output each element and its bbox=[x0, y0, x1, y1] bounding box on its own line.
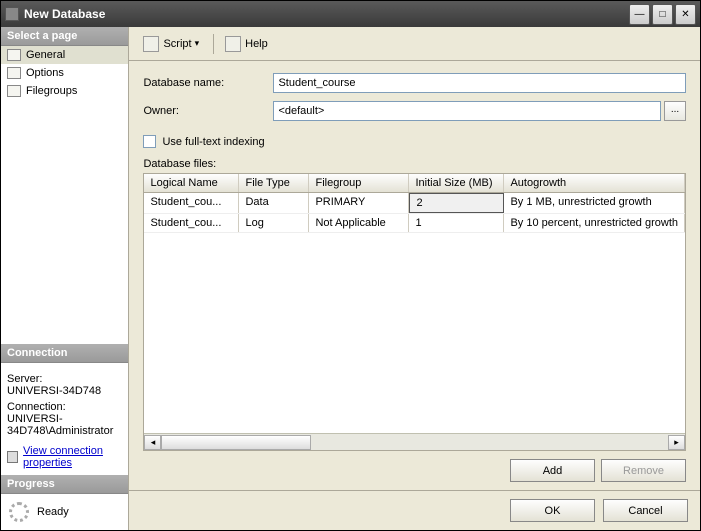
fulltext-checkbox[interactable] bbox=[143, 135, 156, 148]
help-label: Help bbox=[245, 38, 268, 50]
connection-value: UNIVERSI-34D748\Administrator bbox=[7, 413, 122, 437]
toolbar: Script▾ Help bbox=[129, 27, 700, 61]
cell-file-type[interactable]: Data bbox=[239, 193, 309, 213]
connection-panel: Server: UNIVERSI-34D748 Connection: UNIV… bbox=[1, 363, 128, 475]
main-panel: Script▾ Help Database name: Owner: ... U… bbox=[129, 27, 700, 530]
dbname-label: Database name: bbox=[143, 77, 273, 89]
page-label: General bbox=[26, 49, 65, 61]
col-file-type[interactable]: File Type bbox=[239, 174, 309, 192]
close-button[interactable]: ✕ bbox=[675, 4, 696, 25]
grid-body: Student_cou... Data PRIMARY 2 By 1 MB, u… bbox=[144, 193, 685, 433]
new-database-window: New Database — □ ✕ Select a page General… bbox=[0, 0, 701, 531]
page-list: General Options Filegroups bbox=[1, 46, 128, 100]
select-page-header: Select a page bbox=[1, 27, 128, 46]
cancel-button[interactable]: Cancel bbox=[603, 499, 688, 522]
progress-panel: Ready bbox=[1, 494, 128, 530]
cell-logical-name[interactable]: Student_cou... bbox=[144, 214, 239, 232]
owner-row: Owner: ... bbox=[143, 101, 686, 121]
database-files-grid[interactable]: Logical Name File Type Filegroup Initial… bbox=[143, 173, 686, 451]
page-icon bbox=[7, 67, 21, 79]
dbname-input[interactable] bbox=[273, 73, 686, 93]
progress-status: Ready bbox=[37, 506, 69, 518]
fulltext-label: Use full-text indexing bbox=[162, 136, 264, 148]
help-button[interactable]: Help bbox=[221, 34, 272, 54]
minimize-button[interactable]: — bbox=[629, 4, 650, 25]
view-connection-row[interactable]: View connection properties bbox=[7, 445, 122, 469]
cell-filegroup[interactable]: PRIMARY bbox=[309, 193, 409, 213]
progress-spinner-icon bbox=[9, 502, 29, 522]
grid-header: Logical Name File Type Filegroup Initial… bbox=[144, 174, 685, 193]
maximize-button[interactable]: □ bbox=[652, 4, 673, 25]
cell-initial-size[interactable]: 1 bbox=[409, 214, 504, 232]
properties-icon bbox=[7, 451, 18, 463]
script-button[interactable]: Script▾ bbox=[139, 34, 206, 54]
grid-buttons: Add Remove bbox=[143, 451, 686, 482]
grid-row[interactable]: Student_cou... Log Not Applicable 1 By 1… bbox=[144, 214, 685, 233]
col-initial-size[interactable]: Initial Size (MB) bbox=[409, 174, 504, 192]
page-filegroups[interactable]: Filegroups bbox=[1, 82, 128, 100]
view-connection-link[interactable]: View connection properties bbox=[23, 445, 122, 469]
sidebar-spacer bbox=[1, 100, 128, 344]
cell-file-type[interactable]: Log bbox=[239, 214, 309, 232]
page-icon bbox=[7, 49, 21, 61]
scroll-right-button[interactable]: ▸ bbox=[668, 435, 685, 450]
dialog-footer: OK Cancel bbox=[129, 490, 700, 530]
page-label: Filegroups bbox=[26, 85, 77, 97]
page-options[interactable]: Options bbox=[1, 64, 128, 82]
titlebar[interactable]: New Database — □ ✕ bbox=[1, 1, 700, 27]
cell-filegroup[interactable]: Not Applicable bbox=[309, 214, 409, 232]
files-label: Database files: bbox=[143, 158, 686, 170]
remove-button: Remove bbox=[601, 459, 686, 482]
col-autogrowth[interactable]: Autogrowth bbox=[504, 174, 685, 192]
scroll-left-button[interactable]: ◂ bbox=[144, 435, 161, 450]
owner-browse-button[interactable]: ... bbox=[664, 101, 686, 121]
dbname-row: Database name: bbox=[143, 73, 686, 93]
horizontal-scrollbar[interactable]: ◂ ▸ bbox=[144, 433, 685, 450]
owner-input[interactable] bbox=[273, 101, 661, 121]
add-button[interactable]: Add bbox=[510, 459, 595, 482]
scroll-thumb[interactable] bbox=[161, 435, 311, 450]
cell-initial-size[interactable]: 2 bbox=[409, 193, 504, 213]
ok-button[interactable]: OK bbox=[510, 499, 595, 522]
toolbar-separator bbox=[213, 34, 214, 54]
window-title: New Database bbox=[24, 7, 627, 21]
help-icon bbox=[225, 36, 241, 52]
script-icon bbox=[143, 36, 159, 52]
script-label: Script bbox=[163, 38, 191, 50]
cell-logical-name[interactable]: Student_cou... bbox=[144, 193, 239, 213]
fulltext-row[interactable]: Use full-text indexing bbox=[143, 135, 686, 148]
cell-autogrowth[interactable]: By 10 percent, unrestricted growth bbox=[504, 214, 685, 232]
chevron-down-icon[interactable]: ▾ bbox=[192, 38, 203, 49]
cell-autogrowth[interactable]: By 1 MB, unrestricted growth bbox=[504, 193, 685, 213]
progress-header: Progress bbox=[1, 475, 128, 494]
database-icon bbox=[5, 7, 19, 21]
server-label: Server: bbox=[7, 373, 122, 385]
server-value: UNIVERSI-34D748 bbox=[7, 385, 122, 397]
content-area: Database name: Owner: ... Use full-text … bbox=[129, 61, 700, 490]
connection-header: Connection bbox=[1, 344, 128, 363]
page-icon bbox=[7, 85, 21, 97]
page-label: Options bbox=[26, 67, 64, 79]
connection-label: Connection: bbox=[7, 401, 122, 413]
col-filegroup[interactable]: Filegroup bbox=[309, 174, 409, 192]
sidebar: Select a page General Options Filegroups… bbox=[1, 27, 129, 530]
grid-row[interactable]: Student_cou... Data PRIMARY 2 By 1 MB, u… bbox=[144, 193, 685, 214]
page-general[interactable]: General bbox=[1, 46, 128, 64]
owner-label: Owner: bbox=[143, 105, 273, 117]
window-body: Select a page General Options Filegroups… bbox=[1, 27, 700, 530]
col-logical-name[interactable]: Logical Name bbox=[144, 174, 239, 192]
